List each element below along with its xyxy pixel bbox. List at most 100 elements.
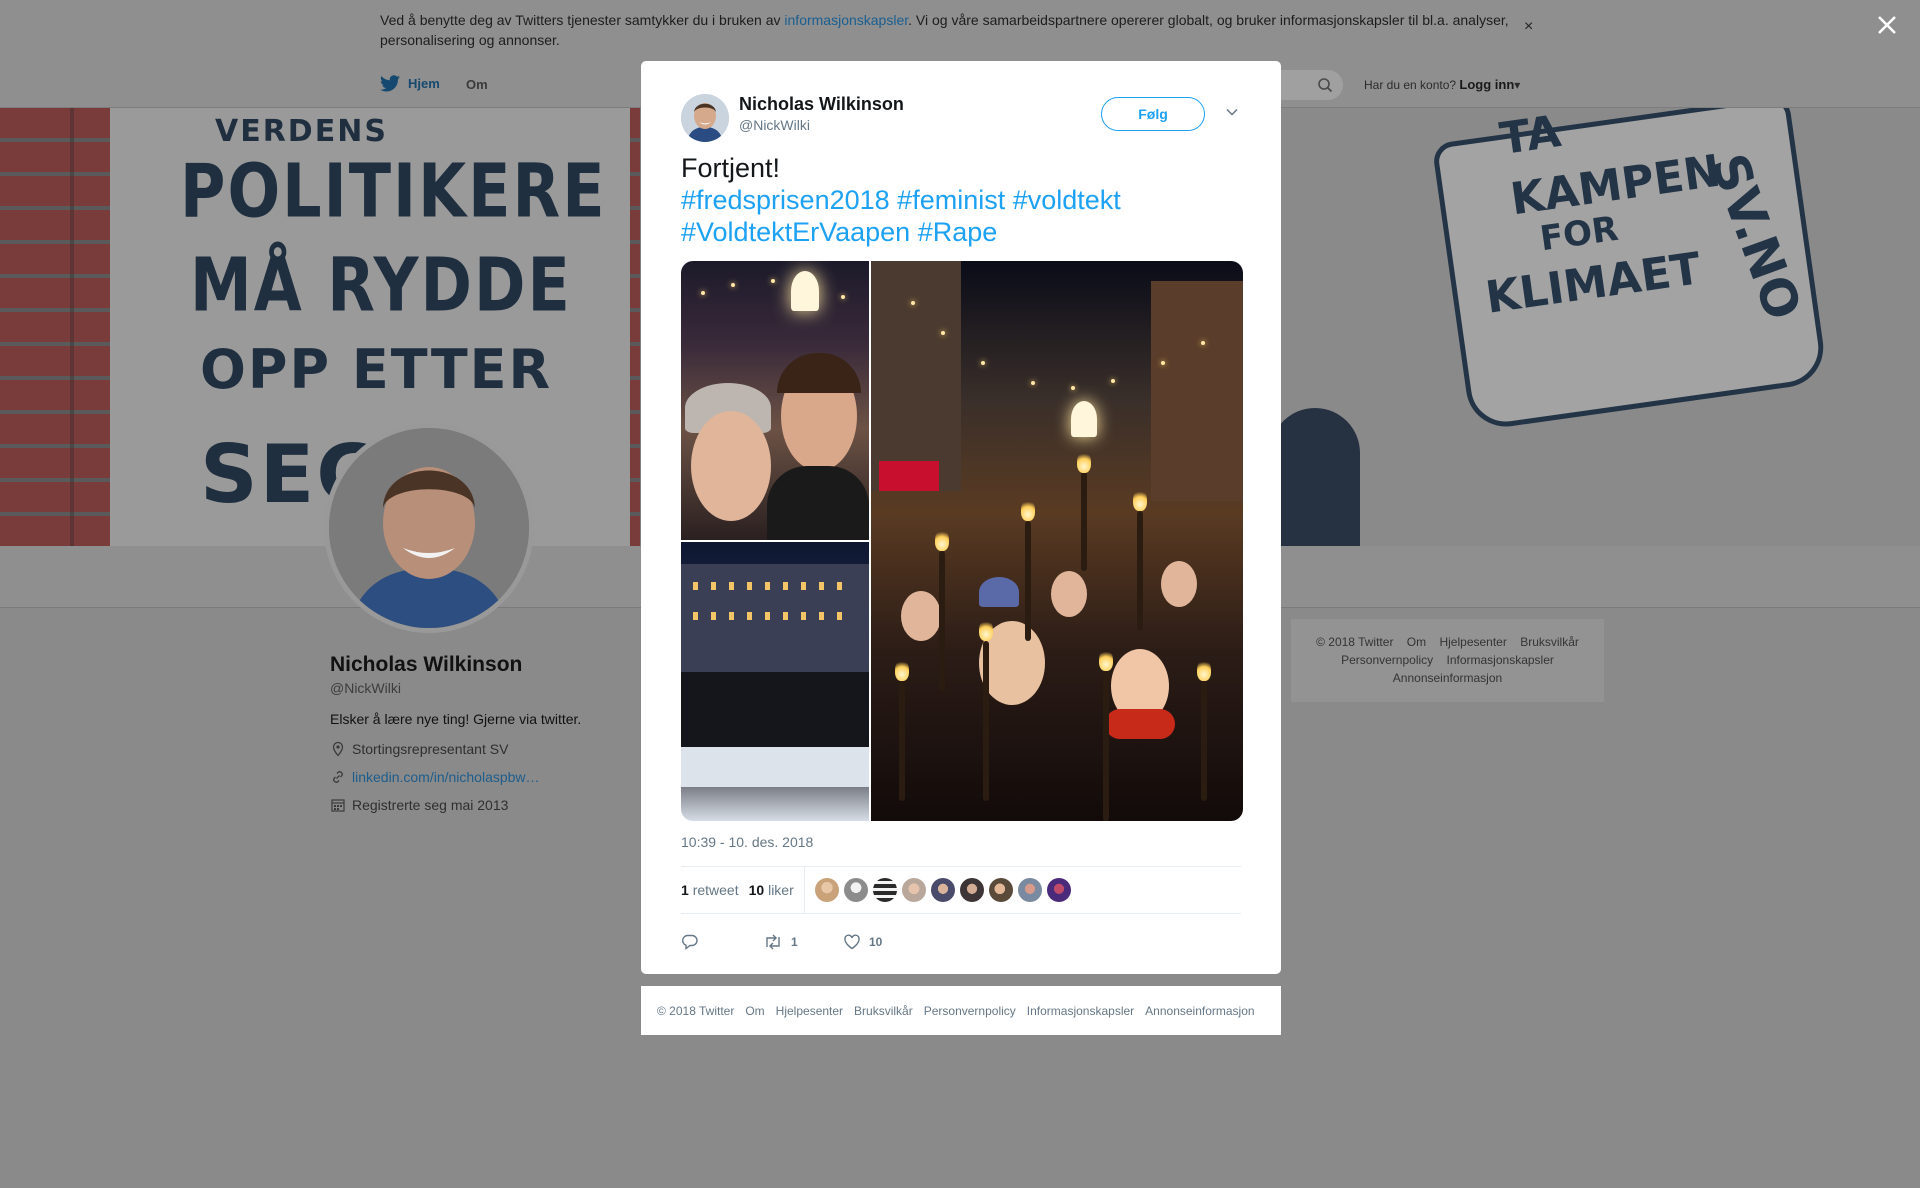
footer-link[interactable]: Bruksvilkår bbox=[1520, 635, 1579, 649]
side-footer: © 2018 Twitter Om Hjelpesenter Bruksvilk… bbox=[1291, 619, 1604, 701]
footer-link[interactable]: Bruksvilkår bbox=[854, 1004, 913, 1018]
footer-link[interactable]: Informasjonskapsler bbox=[1027, 1004, 1134, 1018]
cookie-banner: Ved å benytte deg av Twitters tjenester … bbox=[0, 0, 1920, 61]
hashtag-link[interactable]: #fredsprisen2018 bbox=[681, 185, 890, 215]
tweet-photo-hotel[interactable] bbox=[681, 542, 869, 821]
liker-avatar[interactable] bbox=[988, 878, 1013, 902]
banner-word: VERDENS bbox=[215, 114, 388, 149]
liker-avatar[interactable] bbox=[930, 878, 955, 902]
reply-action[interactable] bbox=[681, 933, 763, 951]
search-box[interactable] bbox=[1280, 70, 1343, 100]
retweet-action-count: 1 bbox=[791, 935, 798, 949]
cookie-text-before: Ved å benytte deg av Twitters tjenester … bbox=[380, 12, 785, 28]
liker-avatars bbox=[814, 878, 1071, 902]
banner-word: POLITIKERE bbox=[180, 146, 607, 235]
account-prompt: Har du en konto? bbox=[1364, 78, 1457, 92]
liker-avatar[interactable] bbox=[814, 878, 839, 902]
liker-avatar[interactable] bbox=[1046, 878, 1071, 902]
nav-home-link[interactable]: Hjem bbox=[380, 75, 440, 92]
footer-link[interactable]: © 2018 Twitter bbox=[657, 1004, 734, 1018]
footer-link[interactable]: Om bbox=[745, 1004, 764, 1018]
footer-link[interactable]: Hjelpesenter bbox=[776, 1004, 843, 1018]
tweet-author-avatar[interactable] bbox=[681, 94, 729, 142]
profile-location-text: Stortingsrepresentant SV bbox=[352, 741, 509, 757]
like-count: 10 bbox=[748, 882, 765, 898]
tweet-modal: Nicholas Wilkinson @NickWilki Følg Fortj… bbox=[641, 61, 1281, 974]
login-link[interactable]: Logg inn bbox=[1459, 77, 1514, 92]
like-action-count: 10 bbox=[869, 935, 883, 949]
cookie-policy-link[interactable]: informasjonskapsler bbox=[784, 12, 908, 28]
retweet-icon bbox=[766, 934, 780, 950]
profile-location: Stortingsrepresentant SV bbox=[330, 741, 508, 757]
tweet-photo-torch-march[interactable] bbox=[871, 261, 1243, 821]
close-icon[interactable] bbox=[1874, 12, 1900, 38]
location-icon bbox=[332, 741, 344, 757]
liker-avatar[interactable] bbox=[872, 878, 897, 902]
side-footer-box: © 2018 Twitter Om Hjelpesenter Bruksvilk… bbox=[1291, 619, 1604, 702]
reply-icon bbox=[682, 934, 698, 950]
tweet-photo-selfie[interactable] bbox=[681, 261, 869, 540]
tweet-text: Fortjent! #fredsprisen2018 #feminist #vo… bbox=[681, 152, 1241, 248]
nav-home-label: Hjem bbox=[408, 76, 440, 91]
tweet-stats: 1 retweet 10 liker bbox=[681, 866, 1241, 914]
footer-link[interactable]: © 2018 Twitter bbox=[1316, 635, 1393, 649]
stats-divider bbox=[803, 866, 805, 914]
footer-link[interactable]: Annonseinformasjon bbox=[1393, 671, 1502, 685]
banner-word: MÅ RYDDE bbox=[190, 240, 572, 329]
follow-button[interactable]: Følg bbox=[1101, 97, 1205, 131]
profile-avatar[interactable] bbox=[324, 423, 534, 633]
footer-link[interactable]: Annonseinformasjon bbox=[1145, 1004, 1254, 1018]
calendar-icon bbox=[331, 799, 345, 812]
liker-avatar[interactable] bbox=[1017, 878, 1042, 902]
profile-url-link[interactable]: linkedin.com/in/nicholaspbw… bbox=[352, 769, 540, 785]
twitter-bird-icon bbox=[380, 75, 400, 92]
search-icon[interactable] bbox=[1317, 77, 1333, 93]
hashtag-link[interactable]: #feminist bbox=[897, 185, 1005, 215]
liker-avatar[interactable] bbox=[959, 878, 984, 902]
retweet-action[interactable]: 1 bbox=[763, 933, 843, 951]
chevron-down-icon[interactable] bbox=[1225, 105, 1239, 119]
hashtag-link[interactable]: #Rape bbox=[918, 217, 998, 247]
retweet-stat[interactable]: 1 retweet bbox=[681, 882, 739, 898]
cookie-close-icon[interactable]: × bbox=[1524, 18, 1533, 36]
hashtag-link[interactable]: #voldtekt bbox=[1013, 185, 1121, 215]
footer-link[interactable]: Om bbox=[1407, 635, 1426, 649]
like-label: liker bbox=[768, 882, 794, 898]
tweet-media[interactable] bbox=[681, 261, 1243, 821]
tweet-author-handle[interactable]: @NickWilki bbox=[739, 117, 810, 133]
like-action[interactable]: 10 bbox=[843, 933, 882, 951]
modal-footer: © 2018 Twitter Om Hjelpesenter Bruksvilk… bbox=[641, 986, 1281, 1035]
like-stat[interactable]: 10 liker bbox=[749, 882, 794, 898]
profile-bio: Elsker å lære nye ting! Gjerne via twitt… bbox=[330, 711, 582, 727]
cookie-banner-text: Ved å benytte deg av Twitters tjenester … bbox=[380, 10, 1520, 50]
tweet-actions: 1 10 bbox=[681, 922, 1241, 962]
profile-handle[interactable]: @NickWilki bbox=[330, 680, 401, 696]
liker-avatar[interactable] bbox=[843, 878, 868, 902]
profile-name[interactable]: Nicholas Wilkinson bbox=[330, 653, 522, 677]
banner-word: OPP ETTER bbox=[200, 338, 553, 401]
link-icon bbox=[333, 771, 343, 783]
banner-word: TA bbox=[1496, 108, 1564, 165]
footer-link[interactable]: Informasjonskapsler bbox=[1447, 653, 1554, 667]
profile-joined-text: Registrerte seg mai 2013 bbox=[352, 797, 509, 813]
account-login[interactable]: Har du en konto? Logg inn▾ bbox=[1364, 77, 1520, 92]
retweet-label: retweet bbox=[692, 882, 739, 898]
nav-about-link[interactable]: Om bbox=[466, 77, 488, 92]
banner-arc bbox=[1270, 408, 1360, 546]
hashtag-link[interactable]: #VoldtektErVaapen bbox=[681, 217, 910, 247]
heart-icon bbox=[844, 934, 860, 950]
footer-link[interactable]: Hjelpesenter bbox=[1439, 635, 1506, 649]
retweet-count: 1 bbox=[681, 882, 689, 898]
tweet-body: Fortjent! bbox=[681, 153, 781, 183]
tweet-timestamp[interactable]: 10:39 - 10. des. 2018 bbox=[681, 834, 813, 850]
media-column-left bbox=[681, 261, 869, 821]
tweet-author-name[interactable]: Nicholas Wilkinson bbox=[739, 94, 904, 115]
footer-link[interactable]: Personvernpolicy bbox=[924, 1004, 1016, 1018]
profile-url[interactable]: linkedin.com/in/nicholaspbw… bbox=[330, 769, 540, 785]
footer-link[interactable]: Personvernpolicy bbox=[1341, 653, 1433, 667]
profile-joined: Registrerte seg mai 2013 bbox=[330, 797, 508, 813]
profile-avatar-image bbox=[329, 428, 529, 628]
tweet-author-avatar-image bbox=[681, 94, 729, 142]
liker-avatar[interactable] bbox=[901, 878, 926, 902]
login-caret-icon: ▾ bbox=[1514, 78, 1521, 92]
